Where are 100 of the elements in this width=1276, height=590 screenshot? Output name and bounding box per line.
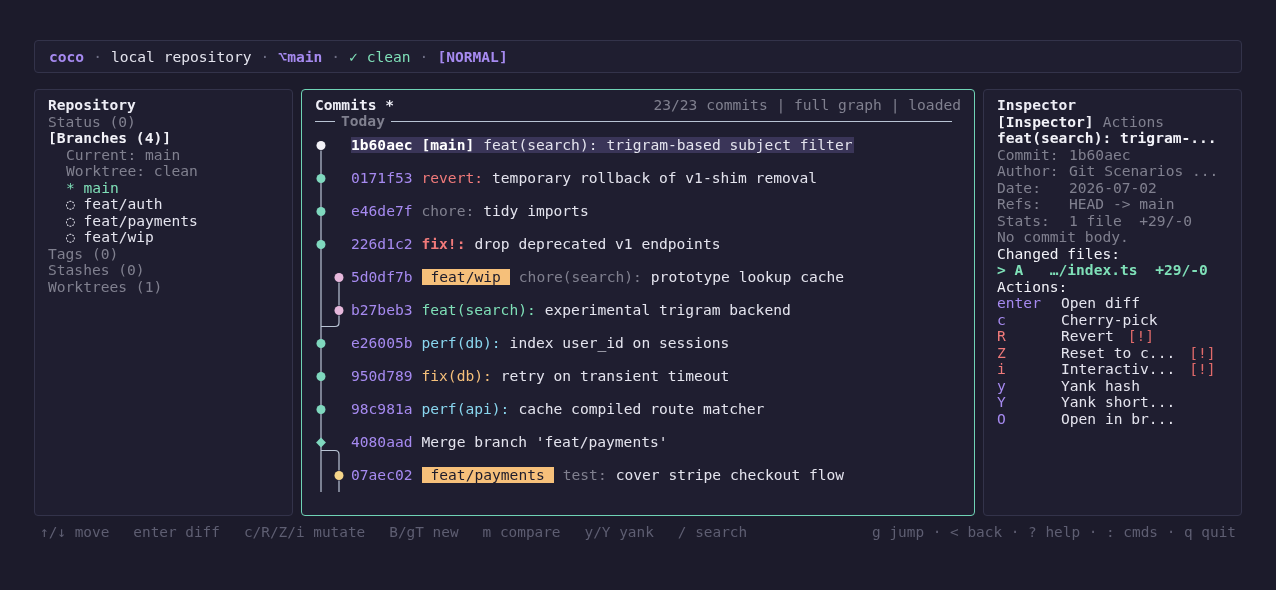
branch-info: Current: main: [65, 146, 182, 163]
branch-item[interactable]: ◌ feat/auth: [48, 196, 279, 213]
action-label[interactable]: Open diff: [1061, 295, 1141, 312]
header-label: ✓ clean: [349, 48, 411, 65]
panel-title: Commits *: [315, 97, 395, 114]
panel-title: Inspector: [997, 97, 1078, 114]
commit-hash: 5d0df7b: [351, 268, 413, 286]
key-hint: enter diff: [133, 524, 220, 540]
commit-hash: 950d789: [351, 367, 413, 385]
sidebar-section[interactable]: Status (0): [48, 113, 279, 130]
branch-info: Worktree: clean: [65, 163, 199, 180]
field-label: Author:: [997, 163, 1060, 180]
branch-item[interactable]: * main: [48, 179, 279, 196]
commit-type: feat(search):: [483, 136, 598, 154]
commit-subject: cover stripe checkout flow: [615, 466, 845, 484]
commit-subject: temporary rollback of v1-shim removal: [492, 169, 818, 187]
separator-dot: ·: [260, 48, 270, 65]
warning-label: [!]: [1127, 328, 1155, 345]
action-key[interactable]: enter: [997, 295, 1061, 312]
action-key[interactable]: Z: [997, 344, 1061, 361]
sidebar-section[interactable]: Tags (0): [48, 245, 279, 262]
commit-row[interactable]: e26005b perf(db): index user_id on sessions: [351, 334, 732, 352]
field-label: Commit:: [997, 146, 1060, 163]
sidebar-section[interactable]: Stashes (0): [48, 262, 279, 279]
action-label[interactable]: Revert: [1061, 328, 1114, 345]
key-hint: c/R/Z/i mutate: [243, 524, 366, 540]
commit-hash: 226d1c2: [351, 235, 413, 253]
branch-item[interactable]: ◌ feat/wip: [48, 229, 279, 246]
commit-hash: b27beb3: [351, 301, 413, 319]
action-key[interactable]: y: [997, 377, 1061, 394]
inspector-tab[interactable]: [Inspector]: [997, 113, 1094, 130]
field-label: Stats:: [997, 212, 1051, 229]
field-value: HEAD -> main: [1069, 196, 1175, 213]
commit-row[interactable]: e46de7f chore: tidy imports: [351, 202, 591, 220]
panel-title: Repository: [48, 97, 137, 114]
commit-hash: 98c981a: [351, 400, 413, 418]
key-hint: m compare: [482, 524, 561, 540]
action-label[interactable]: Interactiv...: [1061, 361, 1176, 378]
field-value: 1 file +29/-0: [1069, 212, 1192, 229]
commit-type: feat(search):: [421, 301, 536, 319]
commit-row[interactable]: b27beb3 feat(search): experimental trigram backend: [351, 301, 793, 319]
section-label: Changed files:: [997, 245, 1120, 262]
action-label[interactable]: Cherry-pick: [1061, 311, 1158, 328]
commit-type: chore:: [421, 202, 475, 220]
action-key[interactable]: O: [997, 410, 1061, 427]
commit-hash: 07aec02: [351, 466, 413, 484]
action-label[interactable]: Open in br...: [1061, 410, 1176, 427]
action-label[interactable]: Yank short...: [1061, 394, 1176, 411]
branch-item[interactable]: ◌ feat/payments: [48, 212, 279, 229]
key-hint: ↑/↓ move: [40, 524, 110, 540]
inspector-tab[interactable]: Actions: [1102, 113, 1165, 130]
action-key[interactable]: R: [997, 328, 1061, 345]
commit-row[interactable]: 226d1c2 fix!: drop deprecated v1 endpoints: [351, 235, 723, 253]
branch-tag: feat/payments: [421, 466, 554, 484]
commit-subject: trigram-based subject filter: [606, 136, 853, 154]
action-key[interactable]: c: [997, 311, 1061, 328]
ref-label: [main]: [421, 136, 475, 154]
commit-row[interactable]: 950d789 fix(db): retry on transient timeout: [351, 367, 732, 385]
commit-hash: e26005b: [351, 334, 413, 352]
commit-subject: cache compiled route matcher: [518, 400, 765, 418]
commit-type: chore(search):: [518, 268, 642, 286]
field-value: 2026-07-02: [1069, 179, 1157, 196]
changed-file[interactable]: > A …/index.ts +29/-0: [997, 262, 1228, 279]
key-hint: / search: [677, 524, 748, 540]
field-label: Date:: [997, 179, 1042, 196]
commit-subject: retry on transient timeout: [500, 367, 730, 385]
header-label: ⌥main: [278, 48, 323, 65]
separator-dot: ·: [331, 48, 341, 65]
field-label: Refs:: [997, 196, 1042, 213]
commit-subject: experimental trigram backend: [544, 301, 791, 319]
commit-subject: feat(search): trigram-...: [997, 130, 1218, 147]
commit-subject: drop deprecated v1 endpoints: [474, 235, 721, 253]
commit-hash: 4080aad: [351, 433, 413, 451]
separator-dot: ·: [93, 48, 102, 65]
commit-type: test:: [562, 466, 607, 484]
field-value: Git Scenarios ...: [1069, 163, 1219, 180]
action-key[interactable]: Y: [997, 394, 1061, 411]
action-key[interactable]: i: [997, 361, 1061, 378]
commit-type: revert:: [421, 169, 484, 187]
warning-label: [!]: [1189, 361, 1216, 378]
action-label[interactable]: Reset to c...: [1061, 344, 1176, 361]
commit-row[interactable]: 4080aad Merge branch 'feat/payments': [351, 433, 670, 451]
commit-row[interactable]: 0171f53 revert: temporary rollback of v1-shim removal: [351, 169, 820, 187]
commit-type: perf(api):: [421, 400, 510, 418]
header-label: coco: [49, 48, 85, 65]
commit-row[interactable]: 1b60aec [main] feat(search): trigram-based subject filter: [351, 136, 855, 154]
sidebar-section[interactable]: [Branches (4)]: [48, 130, 279, 147]
navigation-hints: g jump · < back · ? help · : cmds · q quit: [872, 524, 1236, 540]
commit-row[interactable]: 5d0df7b feat/wip chore(search): prototype lookup cache: [351, 268, 847, 286]
section-label: Actions:: [997, 278, 1069, 295]
commit-type: fix(db):: [421, 367, 492, 385]
field-value: 1b60aec: [1069, 146, 1131, 163]
header-label: local repository: [110, 48, 252, 65]
sidebar-section[interactable]: Worktrees (1): [48, 278, 279, 295]
commit-row[interactable]: 98c981a perf(api): cache compiled route matcher: [351, 400, 767, 418]
commit-row[interactable]: 07aec02 feat/payments test: cover stripe checkout flow: [351, 466, 847, 484]
action-label[interactable]: Yank hash: [1061, 377, 1141, 394]
commit-hash: e46de7f: [351, 202, 413, 220]
warning-label: [!]: [1189, 344, 1216, 361]
header-label: [NORMAL]: [437, 48, 508, 65]
